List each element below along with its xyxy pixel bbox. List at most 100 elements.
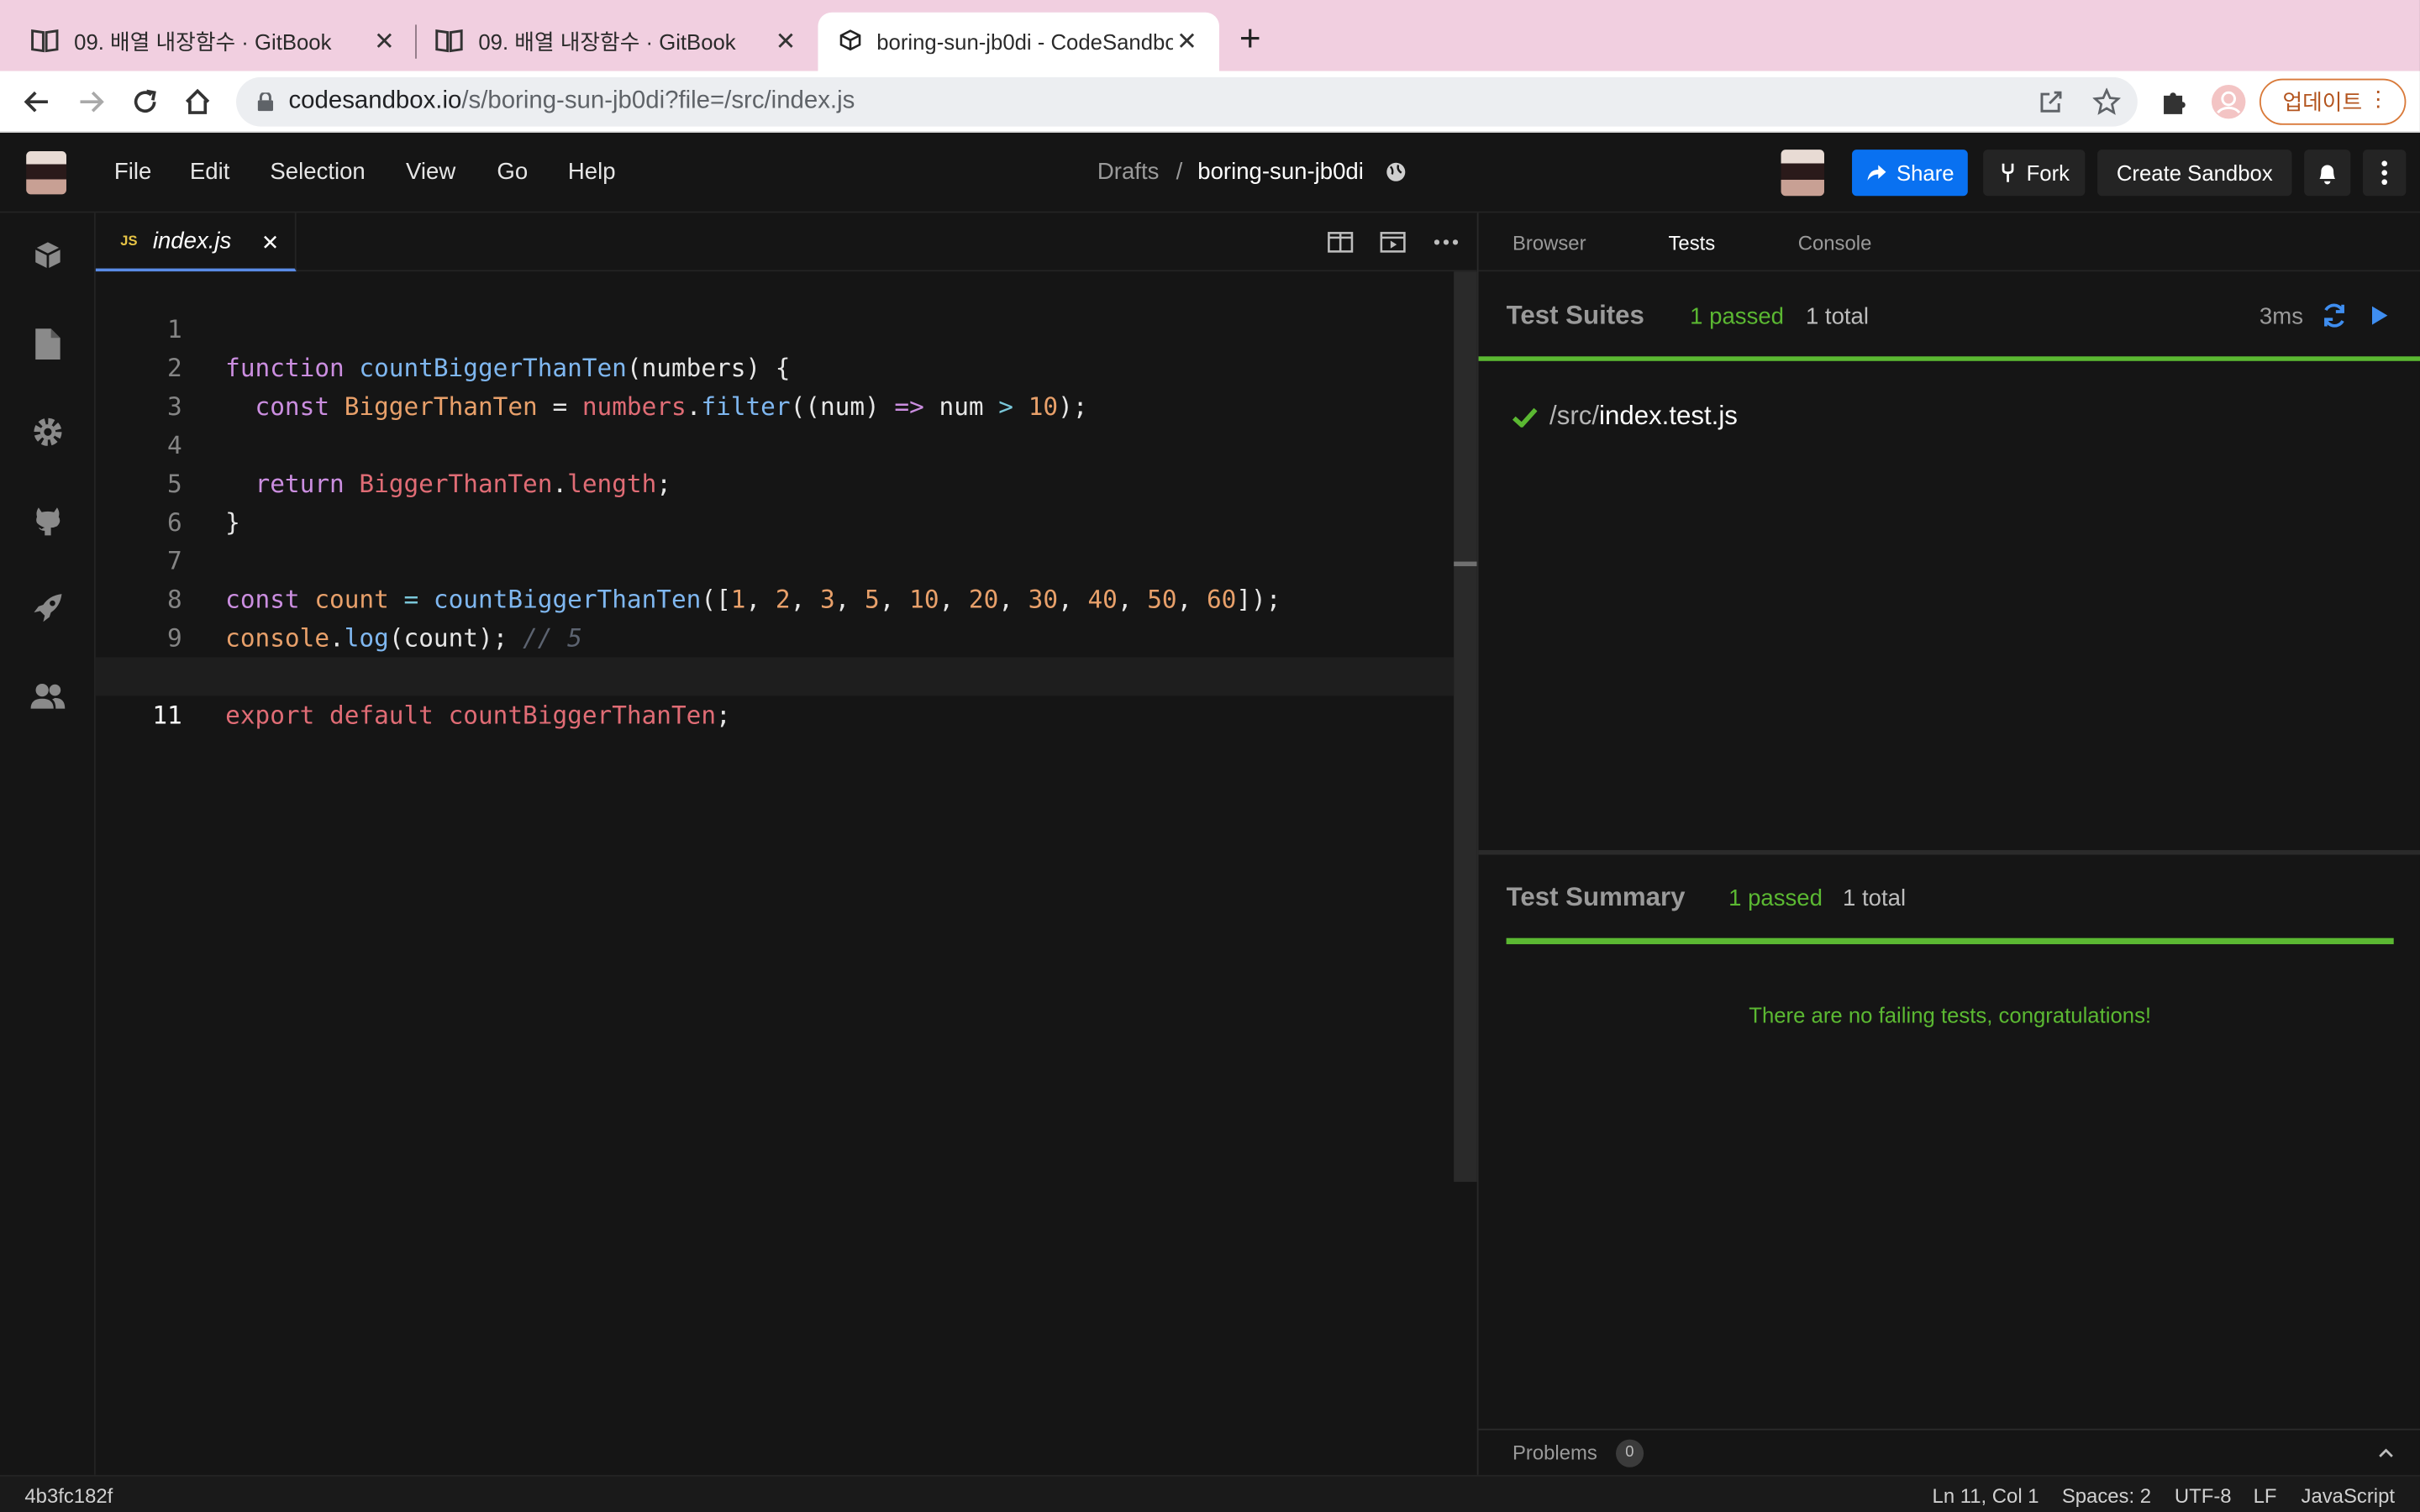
preview-panel: Browser Tests Console Test Suites 1 pass… (1476, 213, 2420, 1475)
code-line: 10 export default countBiggerThanTen; (96, 619, 1454, 730)
globe-icon (1386, 162, 1406, 190)
rocket-icon[interactable] (29, 590, 66, 627)
fork-icon (1999, 162, 2018, 184)
share-arrow-icon (1865, 164, 1887, 182)
line-ending[interactable]: LF (2254, 1484, 2277, 1508)
javascript-file-icon: JS (120, 233, 138, 249)
test-suites-title: Test Suites (1506, 301, 1644, 331)
reload-icon[interactable] (127, 83, 164, 120)
browser-tab-codesandbox[interactable]: boring-sun-jb0di - CodeSandbox ✕ (818, 12, 1219, 71)
breadcrumb-drafts[interactable]: Drafts (1097, 159, 1159, 185)
cursor-position[interactable]: Ln 11, Col 1 (1933, 1484, 2039, 1508)
menu-file[interactable]: File (114, 159, 151, 185)
test-file-name: index.test.js (1599, 401, 1738, 431)
split-editor-icon[interactable] (1326, 228, 1354, 256)
share-label: Share (1896, 160, 1954, 186)
play-icon[interactable] (2370, 306, 2389, 333)
open-external-icon[interactable] (2036, 87, 2067, 118)
menu-help[interactable]: Help (568, 159, 616, 185)
close-tab-icon[interactable]: ✕ (1173, 26, 1201, 57)
menu-edit[interactable]: Edit (190, 159, 229, 185)
close-tab-icon[interactable]: ✕ (771, 26, 799, 57)
url-host: codesandbox.io (288, 87, 462, 114)
browser-toolbar: codesandbox.io /s/boring-sun-jb0di?file=… (0, 71, 2420, 133)
book-icon (435, 27, 463, 56)
file-encoding[interactable]: UTF-8 (2175, 1484, 2232, 1508)
lock-icon (257, 92, 274, 112)
create-sandbox-button[interactable]: Create Sandbox (2097, 150, 2292, 197)
file-icon[interactable] (29, 326, 66, 363)
browser-tab-gitbook-1[interactable]: 09. 배열 내장함수 · GitBook ✕ (0, 13, 417, 71)
more-vertical-icon[interactable]: ⋮ (2367, 87, 2389, 113)
code-text: export default countBiggerThanTen; (225, 700, 731, 730)
code-editor[interactable]: 1 function countBiggerThanTen(numbers) {… (95, 271, 1477, 1475)
new-tab-button[interactable]: + (1239, 21, 1261, 59)
chevron-up-icon[interactable] (2378, 1441, 2393, 1462)
gear-icon[interactable] (29, 413, 66, 450)
browser-tab-title: 09. 배열 내장함수 · GitBook (478, 29, 736, 55)
codesandbox-header: File Edit Selection View Go Help Drafts … (0, 132, 2420, 213)
summary-total-count: 1 total (1843, 885, 1907, 912)
editor-tab-bar: JS index.js ✕ (95, 213, 1477, 272)
more-vertical-icon[interactable] (2362, 150, 2407, 197)
menu-view[interactable]: View (406, 159, 455, 185)
tab-browser[interactable]: Browser (1512, 232, 1586, 255)
test-suite-row[interactable]: /src/ index.test.js (1512, 402, 1738, 433)
url-path: /s/boring-sun-jb0di?file=/src/index.js (461, 87, 855, 114)
browser-tab-strip: 09. 배열 내장함수 · GitBook ✕ 09. 배열 내장함수 · Gi… (0, 0, 2420, 71)
code-line: 7 const count = countBiggerThanTen([1, 2… (96, 503, 1454, 614)
test-file-dir: /src/ (1549, 401, 1600, 431)
line-number: 11 (152, 700, 182, 730)
share-button[interactable]: Share (1852, 150, 1968, 197)
extensions-puzzle-icon[interactable] (2156, 83, 2193, 120)
activity-bar (0, 213, 96, 1475)
summary-progress-bar (1506, 937, 2394, 945)
tab-tests[interactable]: Tests (1668, 232, 1715, 255)
breadcrumb-separator: / (1176, 159, 1183, 186)
profile-avatar-icon[interactable] (2210, 83, 2247, 120)
tab-console[interactable]: Console (1798, 232, 1872, 255)
suites-total-count: 1 total (1805, 303, 1870, 331)
users-icon[interactable] (29, 677, 66, 714)
commit-hash[interactable]: 4b3fc182f (24, 1484, 113, 1508)
menu-selection[interactable]: Selection (270, 159, 365, 185)
browser-tab-title: 09. 배열 내장함수 · GitBook (74, 29, 332, 55)
scrollbar-cursor-marker (1454, 561, 1477, 567)
preview-icon[interactable] (1378, 228, 1406, 256)
code-line: 8 console.log(count); // 5 (96, 542, 1454, 653)
avatar[interactable] (26, 150, 66, 195)
update-button[interactable]: 업데이트 ⋮ (2259, 78, 2407, 125)
close-tab-icon[interactable]: ✕ (371, 26, 398, 57)
language-mode[interactable]: JavaScript (2302, 1484, 2395, 1508)
home-icon[interactable] (179, 83, 216, 120)
problems-count-badge: 0 (1615, 1438, 1644, 1467)
close-icon[interactable]: ✕ (261, 230, 280, 256)
indentation[interactable]: Spaces: 2 (2062, 1484, 2151, 1508)
preview-tab-bar: Browser Tests Console (1478, 213, 2420, 272)
code-line: 9 (96, 580, 1454, 653)
update-label: 업데이트 (2282, 89, 2363, 114)
summary-passed-count: 1 passed (1728, 885, 1823, 912)
avatar[interactable] (1781, 150, 1824, 197)
bell-icon[interactable] (2304, 150, 2351, 197)
screen: 09. 배열 내장함수 · GitBook ✕ 09. 배열 내장함수 · Gi… (0, 0, 2420, 1512)
refresh-icon[interactable] (2321, 302, 2347, 336)
code-line: 6 (96, 465, 1454, 537)
problems-bar[interactable]: Problems 0 (1478, 1428, 2420, 1475)
github-icon[interactable] (29, 501, 66, 538)
sandbox-name[interactable]: boring-sun-jb0di (1197, 159, 1364, 185)
cube-icon[interactable] (29, 238, 66, 275)
more-horizontal-icon[interactable] (1432, 228, 1460, 256)
browser-tab-gitbook-2[interactable]: 09. 배열 내장함수 · GitBook ✕ (417, 13, 818, 71)
editor-scrollbar[interactable] (1454, 271, 1477, 1182)
forward-icon[interactable] (72, 83, 109, 120)
editor-tab-index-js[interactable]: JS index.js ✕ (95, 213, 297, 272)
panel-divider[interactable] (1478, 850, 2420, 855)
fork-button[interactable]: Fork (1983, 150, 2086, 197)
back-icon[interactable] (18, 83, 55, 120)
address-bar[interactable]: codesandbox.io /s/boring-sun-jb0di?file=… (236, 76, 2138, 127)
menu-go[interactable]: Go (497, 159, 528, 185)
star-icon[interactable] (2091, 87, 2123, 118)
fork-label: Fork (2026, 160, 2070, 186)
book-icon (31, 27, 59, 56)
